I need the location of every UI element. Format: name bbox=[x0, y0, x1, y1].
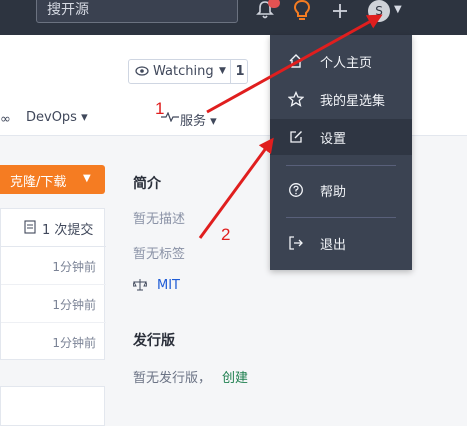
star-icon bbox=[288, 91, 304, 107]
annotation-label-2: 2 bbox=[221, 225, 231, 244]
menu-item-stars[interactable]: 我的星选集 bbox=[270, 81, 412, 117]
menu-divider bbox=[286, 217, 396, 218]
menu-item-label: 帮助 bbox=[320, 185, 347, 200]
help-icon bbox=[289, 183, 303, 197]
no-tags: 暂无标签 bbox=[133, 247, 186, 262]
watch-label: Watching bbox=[153, 64, 214, 79]
no-release: 暂无发行版， bbox=[133, 371, 212, 386]
file-time: 1分钟前 bbox=[52, 336, 96, 350]
search-box[interactable]: 搜开源 bbox=[36, 0, 238, 23]
notification-badge bbox=[268, 0, 280, 8]
menu-item-logout[interactable]: 退出 bbox=[270, 225, 412, 261]
clone-download-button[interactable]: 克隆/下载 ▼ bbox=[0, 165, 105, 194]
commit-icon bbox=[24, 220, 36, 234]
chevron-down-icon: ▼ bbox=[83, 173, 91, 184]
user-dropdown-menu: 个人主页 我的星选集 设置 帮助 退出 bbox=[270, 35, 412, 270]
menu-item-label: 我的星选集 bbox=[320, 94, 386, 109]
menu-item-settings[interactable]: 设置 bbox=[270, 119, 412, 155]
scale-icon bbox=[133, 279, 147, 291]
file-time: 1分钟前 bbox=[52, 260, 96, 274]
nav-service-label: 服务 bbox=[180, 114, 207, 129]
menu-item-label: 个人主页 bbox=[320, 56, 373, 71]
nav-service[interactable]: 服务 ▾ bbox=[180, 110, 217, 129]
eye-icon bbox=[135, 66, 149, 76]
commit-count: 1 次提交 bbox=[42, 223, 94, 238]
commit-summary-row[interactable]: 1 次提交 bbox=[1, 209, 106, 247]
chevron-down-icon[interactable]: ▼ bbox=[394, 4, 402, 15]
file-list: 1 次提交 1分钟前 1分钟前 1分钟前 bbox=[0, 208, 106, 361]
intro-title: 简介 bbox=[133, 176, 161, 192]
watch-count[interactable]: 1 bbox=[230, 60, 249, 83]
menu-divider bbox=[286, 165, 396, 166]
nav-devops-label: DevOps bbox=[26, 110, 77, 125]
search-placeholder: 搜开源 bbox=[47, 1, 89, 17]
no-description: 暂无描述 bbox=[133, 212, 186, 227]
content-card bbox=[0, 386, 105, 426]
release-title: 发行版 bbox=[133, 333, 175, 349]
menu-item-help[interactable]: 帮助 bbox=[270, 172, 412, 208]
edit-icon bbox=[290, 131, 302, 143]
watch-button[interactable]: Watching ▼ 1 bbox=[128, 59, 248, 84]
lightbulb-icon[interactable] bbox=[292, 0, 312, 22]
top-navbar: 搜开源 S ▼ bbox=[0, 0, 467, 35]
menu-item-label: 设置 bbox=[320, 132, 347, 147]
annotation-label-1: 1 bbox=[155, 99, 165, 118]
nav-devops[interactable]: DevOps ▾ bbox=[26, 110, 88, 125]
infinity-icon: ∞ bbox=[0, 112, 11, 127]
file-row[interactable]: 1分钟前 bbox=[1, 285, 106, 323]
chevron-down-icon: ▼ bbox=[219, 66, 226, 76]
file-row[interactable]: 1分钟前 bbox=[1, 323, 106, 361]
file-row[interactable]: 1分钟前 bbox=[1, 247, 106, 285]
menu-item-label: 退出 bbox=[320, 238, 347, 253]
plus-icon[interactable] bbox=[330, 1, 350, 21]
home-icon bbox=[289, 54, 303, 68]
license-link[interactable]: MIT bbox=[157, 278, 180, 293]
annotation-arrow-2 bbox=[198, 137, 274, 239]
user-avatar[interactable]: S bbox=[368, 0, 390, 22]
logout-icon bbox=[289, 236, 303, 250]
clone-label: 克隆/下载 bbox=[10, 175, 67, 190]
menu-item-profile[interactable]: 个人主页 bbox=[270, 43, 412, 79]
file-time: 1分钟前 bbox=[52, 298, 96, 312]
create-release-link[interactable]: 创建 bbox=[222, 367, 248, 386]
